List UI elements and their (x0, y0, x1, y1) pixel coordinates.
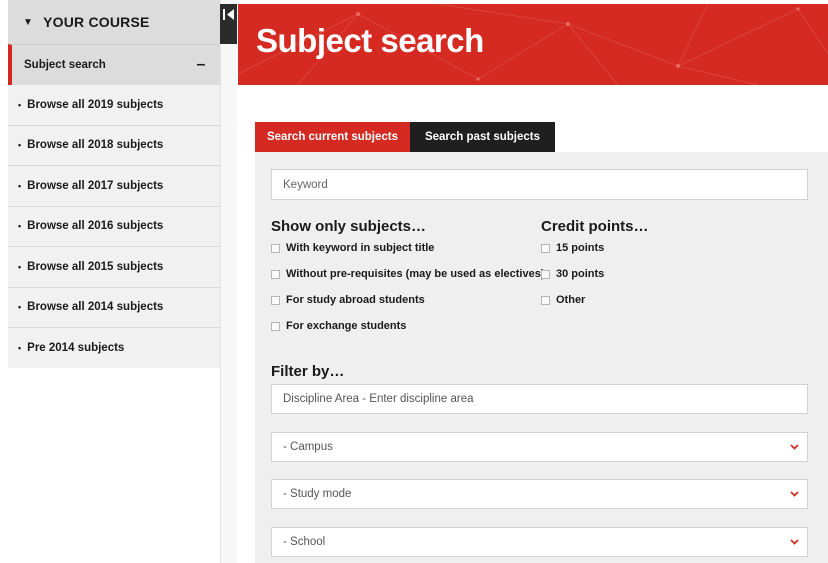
credit-points-heading: Credit points… (541, 218, 649, 235)
collapse-sidebar-button[interactable] (220, 4, 237, 44)
bullet-icon: • (18, 140, 22, 151)
checkbox-label: Other (556, 294, 586, 306)
keyword-input[interactable] (271, 169, 808, 200)
sidebar-empty-area (8, 368, 220, 563)
checkbox-label: For exchange students (286, 320, 407, 332)
checkbox-label: 15 points (556, 242, 605, 254)
checkbox[interactable] (271, 321, 280, 331)
sidebar-item-browse-2017[interactable]: • Browse all 2017 subjects (8, 166, 220, 207)
chevron-down-icon (790, 491, 799, 497)
sidebar-item-browse-2018[interactable]: • Browse all 2018 subjects (8, 126, 220, 166)
checkbox[interactable] (271, 295, 280, 305)
select-value: - Study mode (283, 488, 352, 500)
sidebar-item-label: Pre 2014 subjects (27, 342, 125, 355)
sidebar-item-pre-2014[interactable]: • Pre 2014 subjects (8, 328, 220, 369)
collapse-minus-icon[interactable]: – (193, 56, 209, 74)
discipline-area-input[interactable] (271, 384, 808, 414)
sidebar-item-label: Browse all 2019 subjects (27, 98, 164, 111)
checkbox-other-points[interactable]: Other (541, 294, 585, 306)
checkbox[interactable] (541, 243, 550, 253)
select-value: - Campus (283, 441, 333, 453)
select-value: - School (283, 536, 326, 548)
checkbox[interactable] (541, 295, 550, 305)
tab-search-past-subjects[interactable]: Search past subjects (410, 122, 555, 152)
your-course-toggle[interactable]: ▼ YOUR COURSE (8, 0, 220, 44)
checkbox[interactable] (271, 243, 280, 253)
bullet-icon: • (18, 302, 22, 313)
collapse-left-icon (223, 9, 234, 20)
course-header-label: YOUR COURSE (43, 14, 150, 30)
bullet-icon: • (18, 180, 22, 191)
tab-label: Search current subjects (266, 131, 399, 143)
page-title: Subject search (256, 22, 484, 59)
chevron-down-icon (790, 444, 799, 450)
checkbox-label: 30 points (556, 268, 605, 280)
checkbox-label: Without pre-requisites (may be used as e… (286, 268, 545, 280)
sidebar-item-subject-search[interactable]: Subject search – (8, 44, 220, 85)
tab-search-current-subjects[interactable]: Search current subjects (255, 122, 410, 159)
checkbox-study-abroad[interactable]: For study abroad students (271, 294, 425, 306)
checkbox-label: For study abroad students (286, 294, 425, 306)
checkbox-keyword-in-title[interactable]: With keyword in subject title (271, 242, 434, 254)
sidebar-item-label: Browse all 2018 subjects (27, 139, 164, 152)
chevron-down-icon: ▼ (23, 16, 34, 28)
sidebar-item-label: Browse all 2014 subjects (27, 301, 164, 314)
checkbox[interactable] (541, 269, 550, 279)
sidebar-item-label: Browse all 2015 subjects (27, 260, 164, 273)
search-tabs: Search current subjects Search past subj… (255, 122, 555, 159)
filter-by-heading: Filter by… (271, 363, 345, 380)
search-panel: Show only subjects… With keyword in subj… (255, 152, 828, 563)
show-only-heading: Show only subjects… (271, 218, 427, 235)
bullet-icon: • (18, 343, 22, 354)
bullet-icon: • (18, 221, 22, 232)
study-mode-select[interactable]: - Study mode (271, 479, 808, 509)
sidebar-rail (220, 0, 237, 563)
checkbox-exchange-students[interactable]: For exchange students (271, 320, 406, 332)
bullet-icon: • (18, 261, 22, 272)
sidebar: ▼ YOUR COURSE Subject search – • Browse a… (8, 0, 220, 563)
sidebar-item-browse-2015[interactable]: • Browse all 2015 subjects (8, 247, 220, 288)
bullet-icon: • (18, 99, 22, 110)
sidebar-item-browse-2019[interactable]: • Browse all 2019 subjects (8, 85, 220, 126)
chevron-down-icon (790, 539, 799, 545)
checkbox-15-points[interactable]: 15 points (541, 242, 604, 254)
school-select[interactable]: - School (271, 527, 808, 557)
sidebar-item-label: Browse all 2016 subjects (27, 220, 164, 233)
checkbox-30-points[interactable]: 30 points (541, 268, 604, 280)
page-banner: Subject search (238, 4, 828, 85)
sidebar-item-label: Subject search (24, 59, 106, 71)
campus-select[interactable]: - Campus (271, 432, 808, 462)
tab-label: Search past subjects (424, 131, 541, 143)
sidebar-item-browse-2014[interactable]: • Browse all 2014 subjects (8, 288, 220, 328)
sidebar-item-browse-2016[interactable]: • Browse all 2016 subjects (8, 207, 220, 247)
checkbox-label: With keyword in subject title (286, 242, 435, 254)
sidebar-nav-list: • Browse all 2019 subjects • Browse all 20… (8, 85, 220, 369)
checkbox[interactable] (271, 269, 280, 279)
checkbox-without-prerequisites[interactable]: Without pre-requisites (may be used as e… (271, 268, 544, 280)
sidebar-item-label: Browse all 2017 subjects (27, 179, 164, 192)
